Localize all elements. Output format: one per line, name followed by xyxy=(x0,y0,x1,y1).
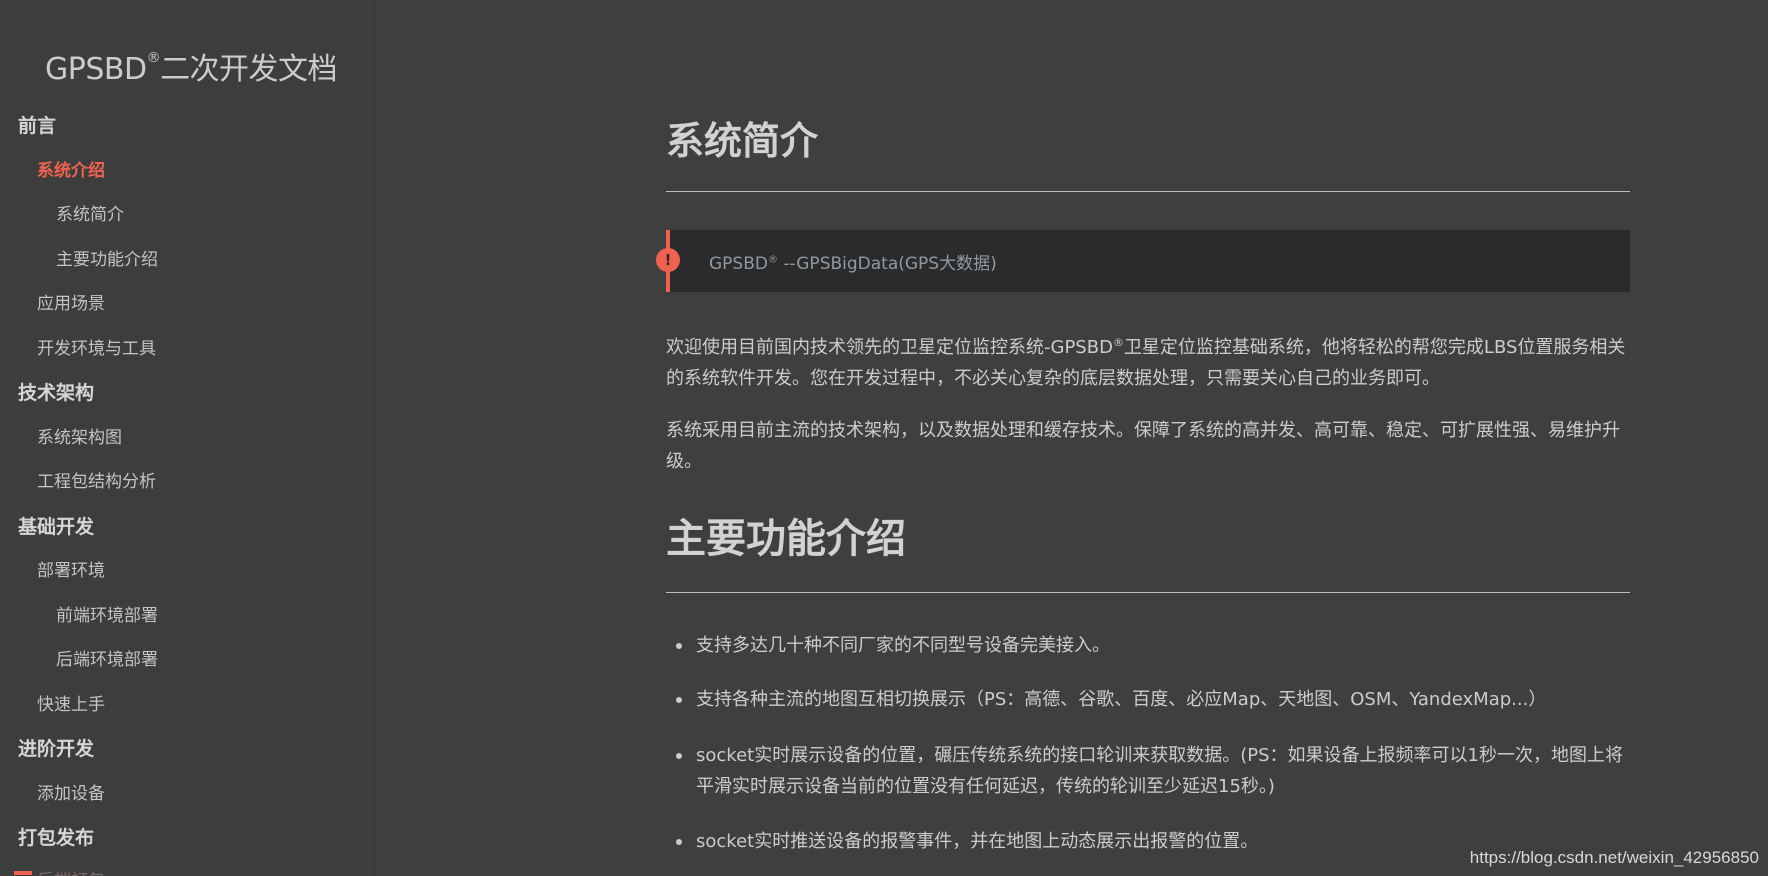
list-item: 支持各种主流的地图互相切换展示（PS：高德、谷歌、百度、必应Map、天地图、OS… xyxy=(676,684,1630,715)
section-title-overview: 系统简介 xyxy=(666,119,819,163)
nav-item-system-overview[interactable]: 系统简介 xyxy=(56,200,124,225)
active-marker xyxy=(14,871,32,875)
intro-paragraph: 欢迎使用目前国内技术领先的卫星定位监控系统-GPSBD®卫星定位监控基础系统，他… xyxy=(666,336,1626,389)
doc-page: GPSBD®二次开发文档 前言 系统介绍 系统简介 主要功能介绍 应用场景 开发… xyxy=(0,0,1768,876)
nav-item-quick-start[interactable]: 快速上手 xyxy=(37,690,105,715)
nav-item-deploy-env[interactable]: 部署环境 xyxy=(37,556,105,581)
sidebar: GPSBD®二次开发文档 前言 系统介绍 系统简介 主要功能介绍 应用场景 开发… xyxy=(0,0,374,876)
nav-item-frontend-deploy[interactable]: 前端环境部署 xyxy=(56,601,158,626)
notice-block: ! GPSBD® --GPSBigData(GPS大数据) xyxy=(656,230,1630,292)
nav-item-main-features[interactable]: 主要功能介绍 xyxy=(56,245,158,270)
nav-item-basic-dev[interactable]: 基础开发 xyxy=(18,512,94,539)
nav-item-preface[interactable]: 前言 xyxy=(18,111,56,138)
sidebar-title[interactable]: GPSBD®二次开发文档 xyxy=(45,44,338,88)
nav-item-system-intro[interactable]: 系统介绍 xyxy=(37,156,105,181)
list-item: socket实时展示设备的位置，碾压传统系统的接口轮训来获取数据。(PS：如果设… xyxy=(676,740,1630,802)
architecture-paragraph: 系统采用目前主流的技术架构，以及数据处理和缓存技术。保障了系统的高并发、高可靠、… xyxy=(666,420,1620,472)
watermark-url: https://blog.csdn.net/weixin_42956850 xyxy=(1469,848,1759,867)
nav-item-architecture[interactable]: 技术架构 xyxy=(18,378,94,405)
divider xyxy=(666,592,1630,593)
list-item: 支持多达几十种不同厂家的不同型号设备完美接入。 xyxy=(676,630,1630,661)
nav-item-backend-package[interactable]: 后端打包 xyxy=(37,866,105,876)
notice-text: GPSBD® --GPSBigData(GPS大数据) xyxy=(709,254,997,274)
nav-item-package-structure[interactable]: 工程包结构分析 xyxy=(37,467,156,492)
section-title-features: 主要功能介绍 xyxy=(666,516,906,562)
nav-item-add-device[interactable]: 添加设备 xyxy=(37,779,105,804)
nav-item-package-release[interactable]: 打包发布 xyxy=(18,823,94,850)
exclamation-icon: ! xyxy=(656,248,680,272)
divider xyxy=(666,191,1630,192)
nav-item-advanced-dev[interactable]: 进阶开发 xyxy=(18,734,94,761)
nav-item-backend-deploy[interactable]: 后端环境部署 xyxy=(56,645,158,670)
sidebar-divider xyxy=(374,0,376,876)
nav-item-arch-diagram[interactable]: 系统架构图 xyxy=(37,423,122,448)
nav-item-scenarios[interactable]: 应用场景 xyxy=(37,289,105,314)
nav-item-dev-env[interactable]: 开发环境与工具 xyxy=(37,334,156,359)
